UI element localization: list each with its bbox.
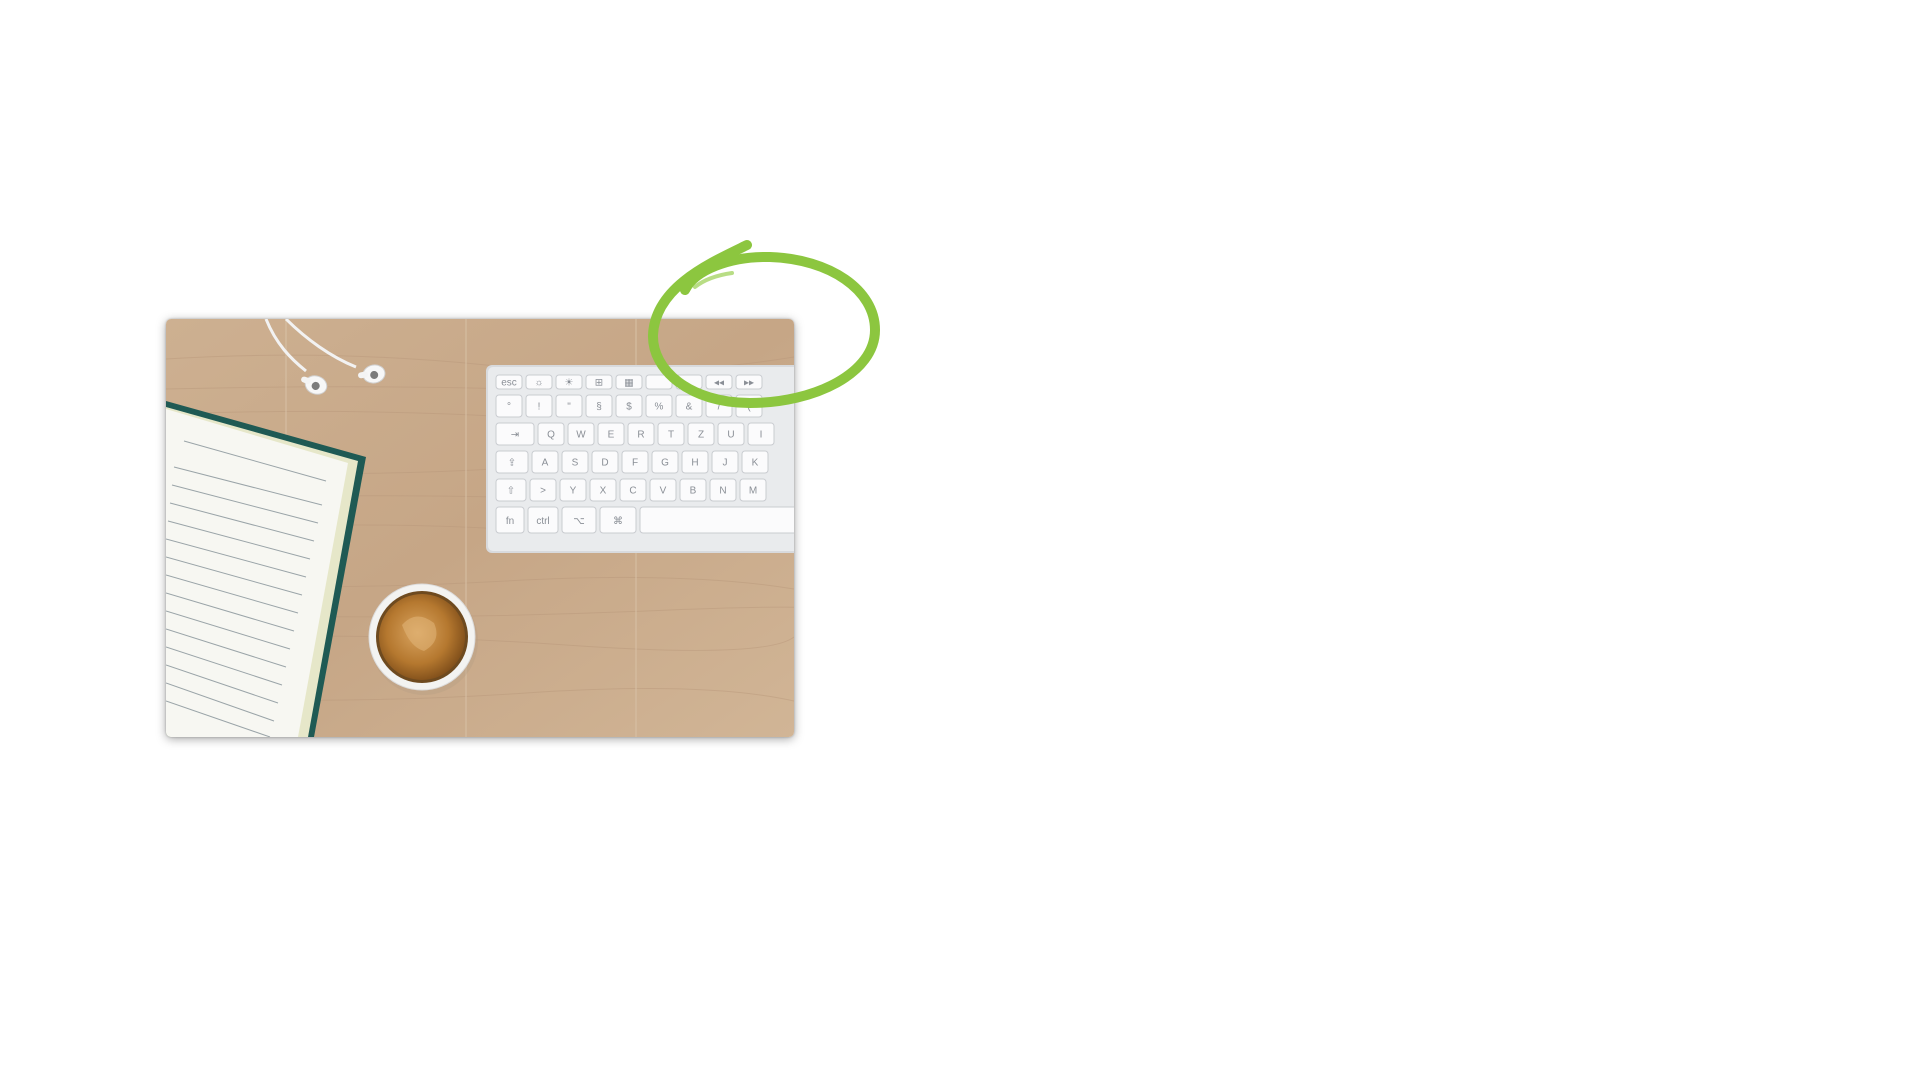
keyboard-key-label: § [596, 402, 602, 413]
keyboard-key-label: Z [698, 430, 704, 441]
keyboard-key-label: T [668, 430, 674, 441]
keyboard-key-label: ⇧ [507, 486, 515, 497]
keyboard-key-label: M [749, 486, 757, 497]
keyboard-key-label: Q [547, 430, 555, 441]
keyboard-key-label: ▦ [624, 378, 633, 389]
keyboard-key-label: ⌘ [613, 516, 623, 527]
keyboard-key-label: ☀ [565, 378, 574, 389]
keyboard-key-label: E [608, 430, 615, 441]
keyboard-key-label: esc [501, 378, 517, 389]
keyboard-key-label: C [629, 486, 636, 497]
page: { "image": { "subject": "desk-flatlay-ph… [0, 0, 1920, 1080]
keyboard-key-label: ⇪ [508, 458, 516, 469]
keyboard-key-label: > [540, 486, 546, 497]
keyboard-key-label: ! [538, 402, 541, 413]
keyboard-key-label: V [660, 486, 667, 497]
keyboard-key-label: U [727, 430, 734, 441]
keyboard-spacebar [639, 506, 794, 534]
keyboard-key-label: H [691, 458, 698, 469]
keyboard-key-label: W [576, 430, 586, 441]
keyboard-key-label: A [542, 458, 549, 469]
keyboard-key-label: ⊞ [595, 378, 603, 389]
keyboard-key-label: ☼ [534, 378, 543, 389]
keyboard-key-label: ° [507, 402, 511, 413]
keyboard-key-label: " [567, 402, 571, 413]
keyboard-key-label: Y [570, 486, 577, 497]
keyboard-key-label: fn [506, 516, 514, 527]
keyboard-key-label: N [719, 486, 726, 497]
keyboard-key-label: $ [626, 402, 632, 413]
keyboard-key-label: K [752, 458, 759, 469]
keyboard-key-label: J [723, 458, 728, 469]
keyboard-key-label: D [601, 458, 608, 469]
keyboard-key-label: ctrl [536, 516, 549, 527]
keyboard-key-label: X [600, 486, 607, 497]
keyboard-key-label: B [690, 486, 697, 497]
keyboard-key-label: S [572, 458, 579, 469]
keyboard-key-label: I [760, 430, 763, 441]
keyboard-key-label: F [632, 458, 638, 469]
keyboard-key-label: ⌥ [573, 516, 585, 527]
keyboard-key-label: G [661, 458, 669, 469]
highlight-circle [647, 240, 881, 409]
keyboard-key-label: ⇥ [511, 430, 519, 441]
keyboard-key-label: R [637, 430, 644, 441]
